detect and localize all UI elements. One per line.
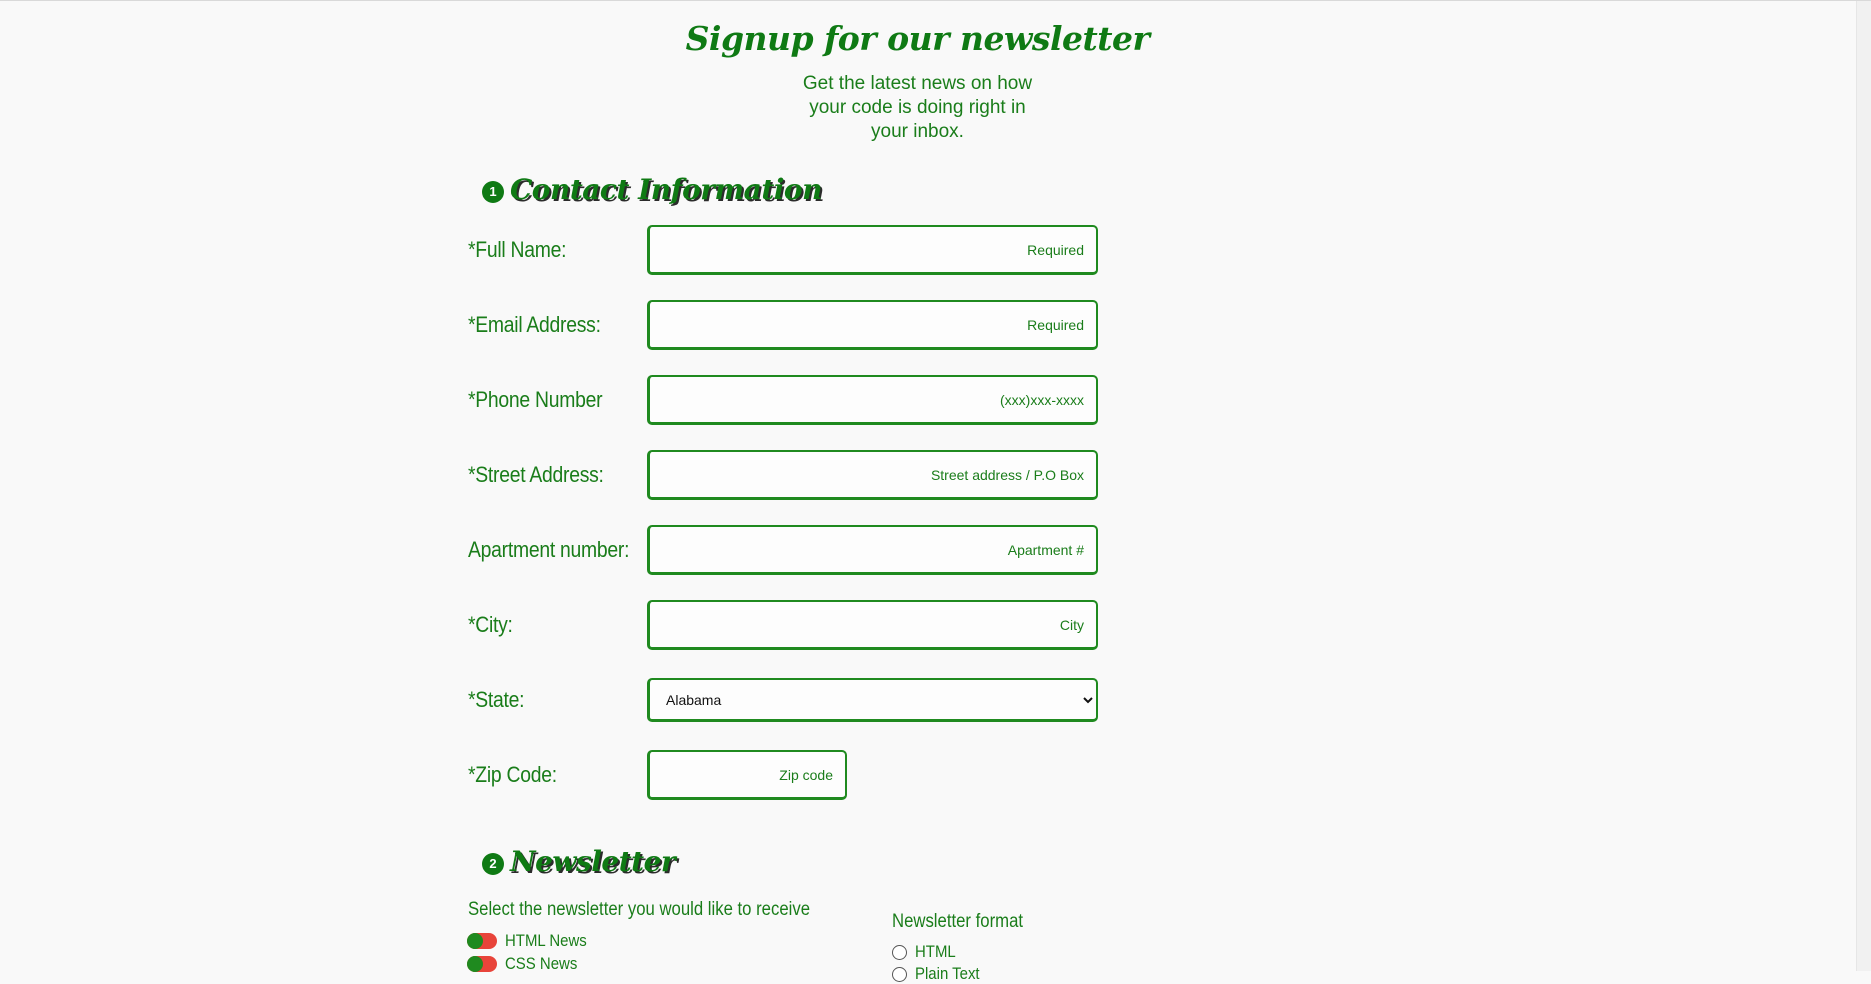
step-1-badge: 1 bbox=[482, 180, 504, 203]
phone-row: *Phone Number bbox=[468, 375, 1098, 425]
state-label: *State: bbox=[468, 687, 525, 712]
page-header: Signup for our newsletter Get the latest… bbox=[0, 19, 1835, 144]
city-input[interactable] bbox=[647, 600, 1098, 650]
email-input[interactable] bbox=[647, 300, 1098, 350]
newsletter-section-title: Newsletter bbox=[510, 845, 676, 878]
apartment-row: Apartment number: bbox=[468, 525, 1098, 575]
html-news-toggle[interactable] bbox=[467, 933, 497, 949]
format-plain-text-label: Plain Text bbox=[915, 964, 980, 983]
email-label: *Email Address: bbox=[468, 312, 601, 337]
html-news-toggle-row[interactable]: HTML News bbox=[467, 931, 598, 951]
phone-input[interactable] bbox=[647, 375, 1098, 425]
city-label: *City: bbox=[468, 612, 513, 637]
newsletter-section-heading: 2 Newsletter bbox=[482, 845, 676, 878]
zip-label: *Zip Code: bbox=[468, 762, 557, 787]
step-2-badge: 2 bbox=[482, 852, 504, 875]
email-row: *Email Address: bbox=[468, 300, 1098, 350]
css-news-toggle-row[interactable]: CSS News bbox=[467, 954, 587, 974]
street-input[interactable] bbox=[647, 450, 1098, 500]
state-select[interactable]: Alabama bbox=[647, 678, 1098, 722]
toggle-knob bbox=[467, 933, 483, 949]
page-title: Signup for our newsletter bbox=[685, 19, 1150, 58]
full-name-row: *Full Name: bbox=[468, 225, 1098, 275]
phone-label: *Phone Number bbox=[468, 387, 603, 412]
apartment-label: Apartment number: bbox=[468, 537, 630, 562]
city-row: *City: bbox=[468, 600, 1098, 650]
zip-input[interactable] bbox=[647, 750, 847, 800]
format-plain-text-row[interactable]: Plain Text bbox=[892, 964, 988, 984]
format-plain-text-radio[interactable] bbox=[892, 966, 907, 982]
newsletter-format-label: Newsletter format bbox=[892, 911, 1024, 932]
contact-section-title: Contact Information bbox=[510, 173, 822, 206]
format-html-radio[interactable] bbox=[892, 944, 907, 960]
state-row: *State: Alabama bbox=[468, 678, 1098, 722]
street-label: *Street Address: bbox=[468, 462, 604, 487]
format-html-row[interactable]: HTML bbox=[892, 942, 961, 962]
zip-row: *Zip Code: bbox=[468, 750, 847, 800]
full-name-input[interactable] bbox=[647, 225, 1098, 275]
html-news-label: HTML News bbox=[505, 931, 587, 950]
css-news-label: CSS News bbox=[505, 954, 578, 973]
apartment-input[interactable] bbox=[647, 525, 1098, 575]
street-row: *Street Address: bbox=[468, 450, 1098, 500]
newsletter-intro: Select the newsletter you would like to … bbox=[468, 899, 811, 920]
contact-section-heading: 1 Contact Information bbox=[482, 173, 822, 206]
format-html-label: HTML bbox=[915, 942, 956, 961]
page-subtitle: Get the latest news on how your code is … bbox=[802, 73, 1033, 142]
full-name-label: *Full Name: bbox=[468, 237, 567, 262]
vertical-scrollbar[interactable] bbox=[1856, 1, 1871, 971]
